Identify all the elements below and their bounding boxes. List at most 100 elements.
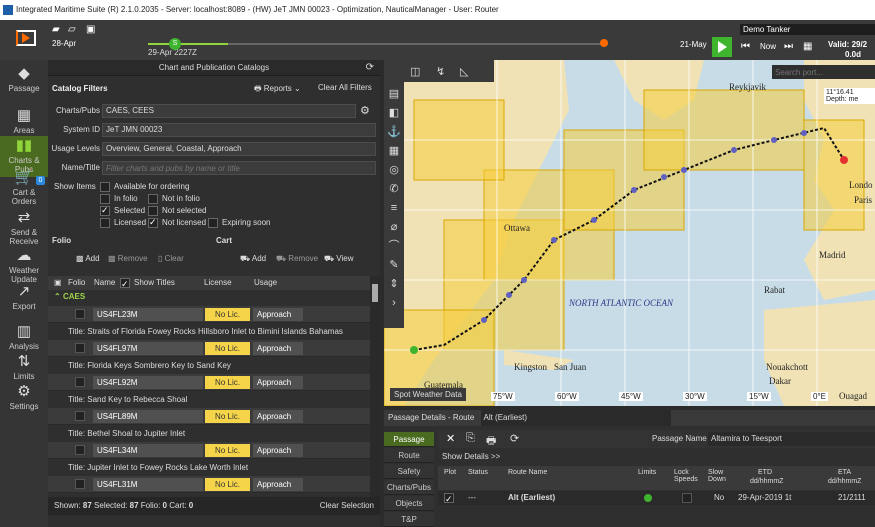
grid-scrollbar[interactable]	[370, 276, 380, 498]
licensed-checkbox[interactable]	[100, 218, 110, 228]
nautical-map[interactable]: Reykjavik Ottawa NORTH ATLANTIC OCEAN Kings…	[384, 60, 875, 406]
print-icon[interactable]: 🖶	[486, 432, 496, 451]
nav-limits[interactable]: ⇅ Limits	[0, 352, 48, 384]
open-folder-icon[interactable]: ▰	[52, 24, 60, 35]
folio-add-button[interactable]: ▩ Add	[76, 252, 100, 266]
show-details-button[interactable]: Show Details >>	[442, 452, 500, 461]
tab-objects[interactable]: Objects	[384, 496, 434, 511]
calendar-icon[interactable]: ▦	[803, 41, 812, 52]
forward-button[interactable]: ⏭	[784, 41, 793, 52]
folio-clear-button[interactable]: ▯ Clear	[158, 252, 184, 266]
folio-checkbox[interactable]	[75, 445, 85, 455]
list-icon[interactable]: ≡	[386, 200, 402, 216]
charts-select[interactable]: CAES, CEES	[102, 104, 356, 118]
spot-weather-button[interactable]: Spot Weather Data	[390, 388, 466, 401]
tab-route[interactable]: Route	[384, 448, 434, 463]
table-row[interactable]: US4FL89M No Lic. Approach	[48, 408, 370, 425]
nav-passage[interactable]: ◆ Passage	[0, 64, 48, 96]
route-select[interactable]: Alt (Earliest)	[480, 410, 671, 426]
chart-grid-icon[interactable]: ▦	[386, 143, 402, 159]
col-license[interactable]: License	[204, 276, 232, 290]
reports-button[interactable]: 🖶 Reports ⌄	[254, 83, 301, 97]
measure-icon[interactable]: ◺	[460, 65, 468, 78]
opt-not-selected[interactable]: Not selected	[148, 206, 206, 216]
edit-icon[interactable]: ✎	[386, 257, 402, 273]
route-row[interactable]: --- Alt (Earliest) No 29-Apr-2019 1t 21/…	[438, 491, 875, 506]
exit-icon[interactable]	[16, 30, 36, 46]
clip-icon[interactable]: ⌀	[386, 219, 402, 235]
expiring-checkbox[interactable]	[208, 218, 218, 228]
usage-select[interactable]: Overview, General, Coastal, Approach	[102, 142, 376, 156]
cart-remove-button[interactable]: ⛟ Remove	[276, 252, 318, 266]
tab-t-p[interactable]: T&P	[384, 512, 434, 527]
nav-areas[interactable]: ▦ Areas	[0, 106, 48, 138]
delete-icon[interactable]: ✕	[446, 432, 455, 445]
map-canvas[interactable]	[384, 60, 875, 406]
level-icon[interactable]: ⇕	[386, 276, 402, 292]
vessel-select[interactable]: Demo Tanker	[740, 24, 875, 35]
show-titles-checkbox[interactable]	[120, 277, 130, 291]
layers-icon[interactable]: ▤	[386, 86, 402, 102]
nav-analysis[interactable]: ▥ Analysis	[0, 322, 48, 354]
in-folio-checkbox[interactable]	[100, 194, 110, 204]
timeline-start-marker[interactable]: S	[169, 38, 181, 50]
col-folio[interactable]: Folio	[68, 276, 85, 290]
scroll-thumb[interactable]	[372, 284, 378, 302]
save-icon[interactable]: ▣	[86, 24, 95, 35]
nav-settings[interactable]: ⚙ Settings	[0, 382, 48, 414]
folio-checkbox[interactable]	[75, 411, 85, 421]
folder-icon[interactable]: ▱	[68, 24, 76, 35]
table-row[interactable]: US4FL92M No Lic. Approach	[48, 374, 370, 391]
etd-value[interactable]: 29-Apr-2019 1t	[738, 491, 808, 505]
route-tool-icon[interactable]: ↯	[436, 65, 445, 78]
not-selected-checkbox[interactable]	[148, 206, 158, 216]
opt-selected[interactable]: Selected	[100, 205, 145, 216]
opt-not-in-folio[interactable]: Not in folio	[148, 194, 200, 204]
rewind-button[interactable]: ⏮	[741, 41, 750, 52]
nav-weather-update[interactable]: ☁ Weather Update	[0, 246, 48, 287]
folio-remove-button[interactable]: ▩ Remove	[108, 252, 148, 266]
table-row[interactable]: US4FL23M No Lic. Approach	[48, 306, 370, 323]
folio-checkbox[interactable]	[75, 479, 85, 489]
phone-icon[interactable]: ✆	[386, 181, 402, 197]
layers-alt-icon[interactable]: ◧	[386, 105, 402, 121]
play-button[interactable]	[712, 37, 732, 57]
available-checkbox[interactable]	[100, 182, 110, 192]
table-row[interactable]: US4FL31M No Lic. Approach	[48, 476, 370, 493]
nav-send-receive[interactable]: ⇄ Send & Receive	[0, 208, 48, 249]
now-button[interactable]: Now	[760, 42, 776, 51]
table-row[interactable]: US4FL97M No Lic. Approach	[48, 340, 370, 357]
layers-icon[interactable]: ◫	[410, 65, 420, 78]
folio-checkbox[interactable]	[75, 377, 85, 387]
passage-name-field[interactable]: Altamira to Teesport	[708, 432, 875, 446]
signal-icon[interactable]: ⌒	[386, 238, 402, 254]
refresh-icon[interactable]: ⟳	[366, 60, 374, 76]
timeline-end-marker[interactable]	[600, 39, 608, 47]
name-filter-input[interactable]	[102, 161, 376, 175]
not-in-folio-checkbox[interactable]	[148, 194, 158, 204]
clear-selection-button[interactable]: Clear Selection	[320, 497, 374, 515]
nav-export[interactable]: ↗ Export	[0, 282, 48, 314]
charts-gear-icon[interactable]: ⚙	[360, 104, 370, 117]
group-caes[interactable]: ⌃ CAES	[54, 292, 354, 304]
show-titles-toggle[interactable]: Show Titles	[120, 276, 175, 291]
copy-icon[interactable]: ⎘	[466, 432, 475, 445]
nav-cart-orders[interactable]: 🛒 Cart & Orders	[0, 168, 48, 209]
timeline-track[interactable]: S	[148, 38, 608, 50]
opt-in-folio[interactable]: In folio	[100, 194, 138, 204]
search-port-input[interactable]	[772, 65, 875, 79]
cart-view-button[interactable]: ⛟ View	[324, 252, 354, 266]
opt-not-licensed[interactable]: Not licensed	[148, 217, 206, 228]
opt-available[interactable]: Available for ordering	[100, 182, 189, 192]
cart-add-button[interactable]: ⛟ Add	[240, 252, 266, 266]
system-select[interactable]: JeT JMN 00023	[102, 123, 376, 137]
radar-icon[interactable]: ◎	[386, 162, 402, 178]
opt-expiring[interactable]: Expiring soon	[208, 218, 270, 228]
lock-speeds-checkbox[interactable]	[682, 493, 692, 503]
selected-checkbox[interactable]	[100, 205, 110, 216]
tab-safety[interactable]: Safety	[384, 464, 434, 479]
refresh-route-icon[interactable]: ⟳	[510, 432, 519, 445]
opt-licensed[interactable]: Licensed	[100, 218, 146, 228]
plot-checkbox[interactable]	[444, 492, 454, 506]
clear-filters-button[interactable]: Clear All Filters	[318, 83, 372, 92]
